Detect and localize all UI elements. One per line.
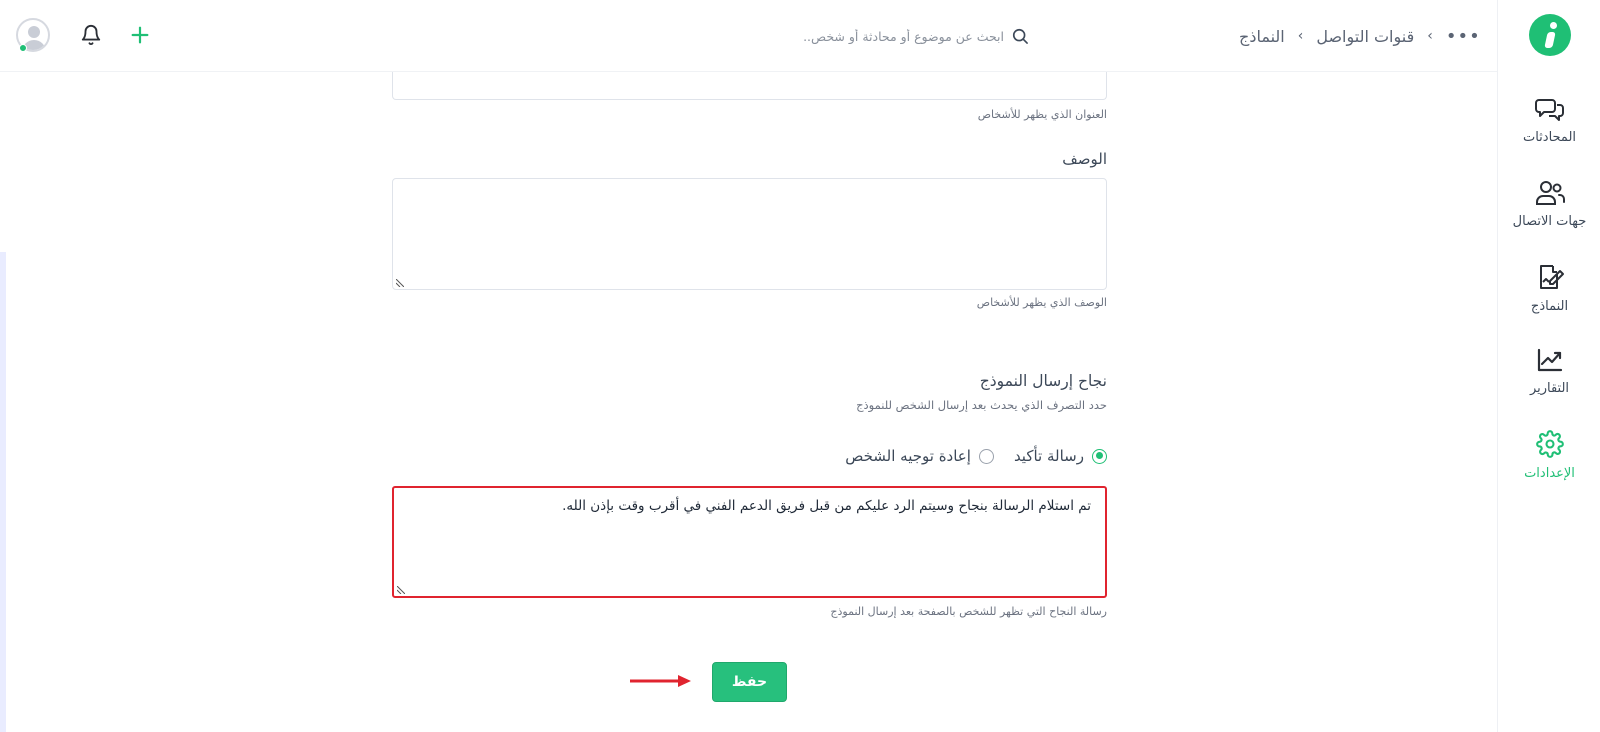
success-message-text: تم استلام الرسالة بنجاح وسيتم الرد عليكم… xyxy=(562,498,1091,514)
radio-label: رسالة تأكيد xyxy=(1013,447,1084,465)
resize-handle-icon[interactable] xyxy=(396,279,404,287)
logo-dot xyxy=(1550,22,1557,29)
search-bar xyxy=(794,22,1030,50)
search-input[interactable] xyxy=(799,28,1004,44)
gear-icon xyxy=(1535,430,1564,458)
success-message-textarea[interactable]: تم استلام الرسالة بنجاح وسيتم الرد عليكم… xyxy=(392,486,1107,598)
chevron-icon: › xyxy=(1297,28,1304,44)
radio-selected-icon[interactable] xyxy=(1092,448,1107,464)
save-button[interactable]: حفظ xyxy=(712,662,787,702)
contacts-icon xyxy=(1535,181,1565,205)
sidebar-item-reports[interactable]: التقارير xyxy=(1498,347,1600,421)
radio-redirect[interactable]: إعادة توجيه الشخص xyxy=(845,447,994,465)
sidebar-item-forms[interactable]: النماذج xyxy=(1498,263,1600,337)
success-action-radios: رسالة تأكيد إعادة توجيه الشخص xyxy=(392,444,1107,468)
sidebar: المحادثات جهات الاتصال النماذج التقارير … xyxy=(1497,0,1600,732)
chat-bubbles-icon xyxy=(1534,99,1564,121)
section-title-success: نجاح إرسال النموذج xyxy=(979,372,1107,390)
avatar-head-shape xyxy=(28,26,40,38)
bell-icon[interactable] xyxy=(80,24,102,50)
sidebar-item-label: المحادثات xyxy=(1522,130,1577,145)
resize-handle-icon[interactable] xyxy=(397,586,405,594)
description-label: الوصف xyxy=(1062,150,1107,168)
breadcrumb-channels[interactable]: قنوات التواصل xyxy=(1316,27,1414,46)
chevron-icon: › xyxy=(1427,28,1433,44)
logo[interactable] xyxy=(1529,14,1571,56)
sidebar-item-label: الإعدادات xyxy=(1524,466,1575,481)
radio-unselected-icon[interactable] xyxy=(978,448,994,464)
sidebar-item-label: التقارير xyxy=(1529,381,1570,396)
breadcrumb-forms: النماذج xyxy=(1239,26,1285,46)
description-hint: الوصف الذي يظهر للأشخاص xyxy=(976,296,1107,309)
online-status-dot xyxy=(19,44,27,52)
section-subtitle-success: حدد التصرف الذي يحدث بعد إرسال الشخص للن… xyxy=(856,398,1107,412)
sidebar-item-contacts[interactable]: جهات الاتصال xyxy=(1498,180,1600,254)
top-header: ••• › قنوات التواصل › النماذج xyxy=(0,0,1497,72)
search-icon[interactable] xyxy=(1010,26,1030,46)
radio-label: إعادة توجيه الشخص xyxy=(845,447,971,465)
scrollbar-track[interactable] xyxy=(0,252,6,732)
form-edit-icon xyxy=(1539,265,1564,289)
radio-confirmation-message[interactable]: رسالة تأكيد xyxy=(1014,447,1107,465)
sidebar-item-settings[interactable]: الإعدادات xyxy=(1498,430,1600,504)
more-dots-icon[interactable]: ••• xyxy=(1446,26,1481,47)
chart-trend-icon xyxy=(1537,348,1562,372)
red-arrow-icon xyxy=(630,675,691,687)
plus-icon[interactable] xyxy=(129,24,151,50)
sidebar-item-label: النماذج xyxy=(1530,299,1569,314)
logo-stem xyxy=(1544,32,1556,48)
breadcrumb: ••• › قنوات التواصل › النماذج xyxy=(1239,22,1481,50)
description-textarea[interactable] xyxy=(392,178,1107,290)
title-input[interactable] xyxy=(392,72,1107,100)
title-hint: العنوان الذي يظهر للأشخاص xyxy=(977,108,1107,121)
sidebar-item-conversations[interactable]: المحادثات xyxy=(1498,96,1600,170)
sidebar-item-label: جهات الاتصال xyxy=(1512,214,1587,229)
success-message-hint: رسالة النجاح التي تظهر للشخص بالصفحة بعد… xyxy=(830,605,1107,618)
